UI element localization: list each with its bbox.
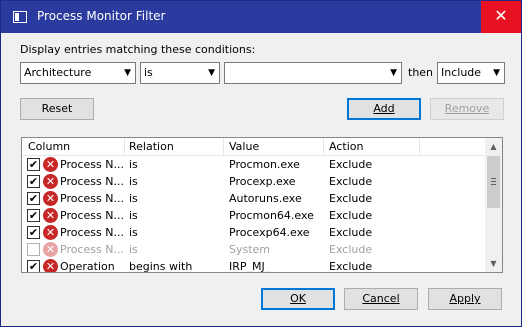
column-select[interactable]: Architecture ▼ (20, 62, 136, 84)
then-label: then (408, 66, 434, 79)
exclude-x-icon: ✕ (43, 208, 58, 223)
apply-button-label: Apply (449, 292, 481, 305)
table-row[interactable]: ✔ ✕ Process N... is Autoruns.exe Exclude (22, 190, 486, 207)
grip-line (491, 181, 496, 182)
row-column-cell: Process N... (60, 226, 124, 239)
header-divider[interactable] (419, 138, 420, 156)
row-checkbox[interactable]: ✔ (27, 226, 40, 239)
row-value-cell: Procmon.exe (229, 158, 300, 171)
row-value-cell: Autoruns.exe (229, 192, 302, 205)
scroll-up-arrow-icon[interactable]: ▲ (485, 138, 502, 155)
row-checkbox[interactable]: ✔ (27, 260, 40, 272)
table-row[interactable]: ✔ ✕ Process N... is Procexp.exe Exclude (22, 173, 486, 190)
row-checkbox[interactable]: ✔ (27, 158, 40, 171)
row-value-cell: Procexp64.exe (229, 226, 310, 239)
title-bar[interactable]: Process Monitor Filter ✕ (1, 1, 521, 33)
exclude-x-icon: ✕ (43, 225, 58, 240)
table-row[interactable]: ✕ Process N... is System Exclude (22, 241, 486, 258)
header-divider[interactable] (124, 138, 125, 156)
table-row[interactable]: ✔ ✕ Process N... is Procexp64.exe Exclude (22, 224, 486, 241)
row-column-cell: Process N... (60, 243, 124, 256)
table-row[interactable]: ✔ ✕ Process N... is Procmon.exe Exclude (22, 156, 486, 173)
add-button-label: Add (373, 102, 395, 115)
row-action-cell: Exclude (329, 209, 373, 222)
row-relation-cell: is (129, 175, 138, 188)
list-header: Column Relation Value Action (22, 138, 486, 156)
exclude-x-icon: ✕ (43, 157, 58, 172)
row-relation-cell: is (129, 226, 138, 239)
chevron-down-icon: ▼ (390, 68, 397, 78)
row-relation-cell: is (129, 192, 138, 205)
row-relation-cell: begins with (129, 260, 193, 273)
row-column-cell: Operation (60, 260, 115, 273)
row-column-cell: Process N... (60, 158, 124, 171)
relation-select-value: is (144, 66, 153, 79)
row-value-cell: Procmon64.exe (229, 209, 314, 222)
row-action-cell: Exclude (329, 192, 373, 205)
grip-line (491, 178, 496, 179)
table-row[interactable]: ✔ ✕ Process N... is Procmon64.exe Exclude (22, 207, 486, 224)
row-action-cell: Exclude (329, 243, 373, 256)
exclude-x-icon: ✕ (43, 242, 58, 257)
exclude-x-icon: ✕ (43, 259, 58, 272)
row-relation-cell: is (129, 243, 138, 256)
ok-button[interactable]: OK (261, 288, 335, 310)
row-action-cell: Exclude (329, 175, 373, 188)
row-checkbox[interactable]: ✔ (27, 192, 40, 205)
header-column[interactable]: Column (28, 140, 70, 153)
window-title: Process Monitor Filter (37, 9, 166, 23)
action-select-value: Include (441, 66, 482, 79)
relation-select[interactable]: is ▼ (140, 62, 220, 84)
add-button[interactable]: Add (347, 98, 421, 120)
header-divider[interactable] (323, 138, 324, 156)
cancel-button-label: Cancel (362, 292, 400, 305)
row-value-cell: Procexp.exe (229, 175, 296, 188)
row-value-cell: IRP_MJ_ (229, 260, 271, 273)
row-column-cell: Process N... (60, 192, 124, 205)
row-checkbox[interactable]: ✔ (27, 175, 40, 188)
row-action-cell: Exclude (329, 226, 373, 239)
header-action[interactable]: Action (329, 140, 363, 153)
row-value-cell: System (229, 243, 271, 256)
scroll-down-arrow-icon[interactable]: ▼ (485, 255, 502, 272)
row-column-cell: Process N... (60, 175, 124, 188)
table-row[interactable]: ✔ ✕ Operation begins with IRP_MJ_ Exclude (22, 258, 486, 273)
row-relation-cell: is (129, 209, 138, 222)
vertical-scrollbar[interactable]: ▲ ▼ (485, 138, 502, 272)
action-select[interactable]: Include ▼ (437, 62, 505, 84)
window-icon (13, 11, 27, 23)
chevron-down-icon: ▼ (124, 68, 131, 78)
remove-button-label: Remove (444, 102, 490, 115)
row-action-cell: Exclude (329, 158, 373, 171)
exclude-x-icon: ✕ (43, 191, 58, 206)
row-action-cell: Exclude (329, 260, 373, 273)
reset-button[interactable]: Reset (20, 98, 94, 120)
remove-button[interactable]: Remove (430, 98, 504, 120)
chevron-down-icon: ▼ (208, 68, 215, 78)
scrollbar-thumb[interactable] (487, 156, 500, 208)
value-combobox[interactable]: ▼ (224, 62, 402, 84)
column-select-value: Architecture (24, 66, 92, 79)
ok-button-label: OK (290, 292, 306, 305)
grip-line (491, 184, 496, 185)
header-value[interactable]: Value (229, 140, 259, 153)
row-checkbox[interactable]: ✔ (27, 209, 40, 222)
process-monitor-filter-dialog: Process Monitor Filter ✕ Display entries… (0, 0, 522, 327)
apply-button[interactable]: Apply (428, 288, 502, 310)
exclude-x-icon: ✕ (43, 174, 58, 189)
header-divider[interactable] (223, 138, 224, 156)
conditions-label: Display entries matching these condition… (20, 43, 256, 56)
chevron-down-icon: ▼ (493, 68, 500, 78)
filter-list[interactable]: Column Relation Value Action ✔ ✕ Process N… (21, 137, 503, 273)
row-column-cell: Process N... (60, 209, 124, 222)
cancel-button[interactable]: Cancel (344, 288, 418, 310)
close-button[interactable]: ✕ (481, 1, 521, 33)
header-relation[interactable]: Relation (129, 140, 174, 153)
row-relation-cell: is (129, 158, 138, 171)
row-checkbox[interactable] (27, 243, 40, 256)
